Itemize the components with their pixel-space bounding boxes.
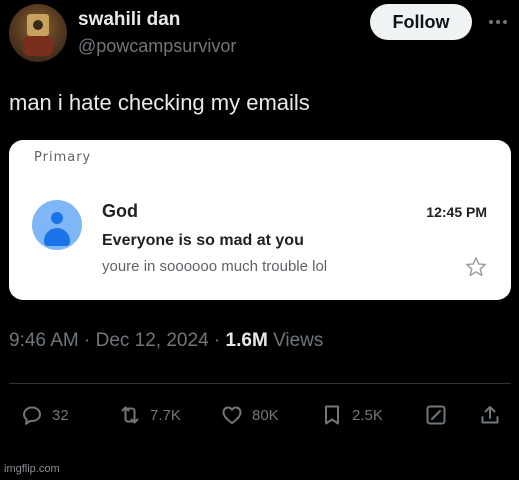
bookmark-count: 2.5K	[352, 406, 383, 424]
bookmark-icon	[325, 405, 339, 425]
bookmark-button[interactable]: 2.5K	[320, 398, 383, 432]
email-sender-avatar-icon	[32, 200, 82, 250]
email-category-label: Primary	[34, 150, 92, 165]
tweet-header: swahili dan @powcampsurvivor Follow	[0, 0, 519, 70]
tweet-time[interactable]: 9:46 AM	[9, 330, 79, 351]
watermark: imgflip.com	[4, 463, 60, 475]
meta-separator: ·	[213, 330, 221, 351]
share-icon	[481, 406, 499, 424]
author-display-name[interactable]: swahili dan	[78, 9, 180, 31]
tweet-date[interactable]: Dec 12, 2024	[96, 330, 209, 351]
email-screenshot-card[interactable]: Primary God 12:45 PM Everyone is so mad …	[9, 140, 511, 300]
tweet-text: man i hate checking my emails	[9, 90, 310, 115]
heart-icon	[222, 406, 242, 424]
repost-count: 7.7K	[150, 406, 181, 424]
repost-icon	[121, 406, 139, 424]
tweet-meta: 9:46 AM · Dec 12, 2024 · 1.6M Views	[9, 330, 323, 352]
more-options-icon[interactable]	[484, 8, 512, 36]
like-count: 80K	[252, 406, 279, 424]
author-handle[interactable]: @powcampsurvivor	[78, 36, 236, 57]
reply-count: 32	[52, 406, 69, 424]
star-icon	[465, 257, 487, 277]
reply-button[interactable]: 32	[20, 398, 69, 432]
follow-button[interactable]: Follow	[370, 4, 472, 40]
email-subject: Everyone is so mad at you	[102, 232, 304, 249]
meta-separator: ·	[84, 330, 91, 351]
share-button[interactable]	[478, 398, 502, 432]
divider	[9, 383, 511, 384]
repost-button[interactable]: 7.7K	[118, 398, 181, 432]
views-count: 1.6M	[225, 330, 268, 351]
edit-button[interactable]	[424, 398, 448, 432]
action-bar: 32 7.7K 80K 2.5K	[0, 398, 519, 432]
author-avatar[interactable]	[9, 4, 67, 62]
reply-icon	[23, 406, 41, 425]
edit-icon	[426, 405, 446, 425]
views-label: Views	[273, 330, 324, 351]
email-sender: God	[102, 201, 138, 221]
email-time: 12:45 PM	[426, 204, 487, 220]
email-snippet: youre in soooooo much trouble lol	[102, 258, 328, 275]
like-button[interactable]: 80K	[220, 398, 279, 432]
